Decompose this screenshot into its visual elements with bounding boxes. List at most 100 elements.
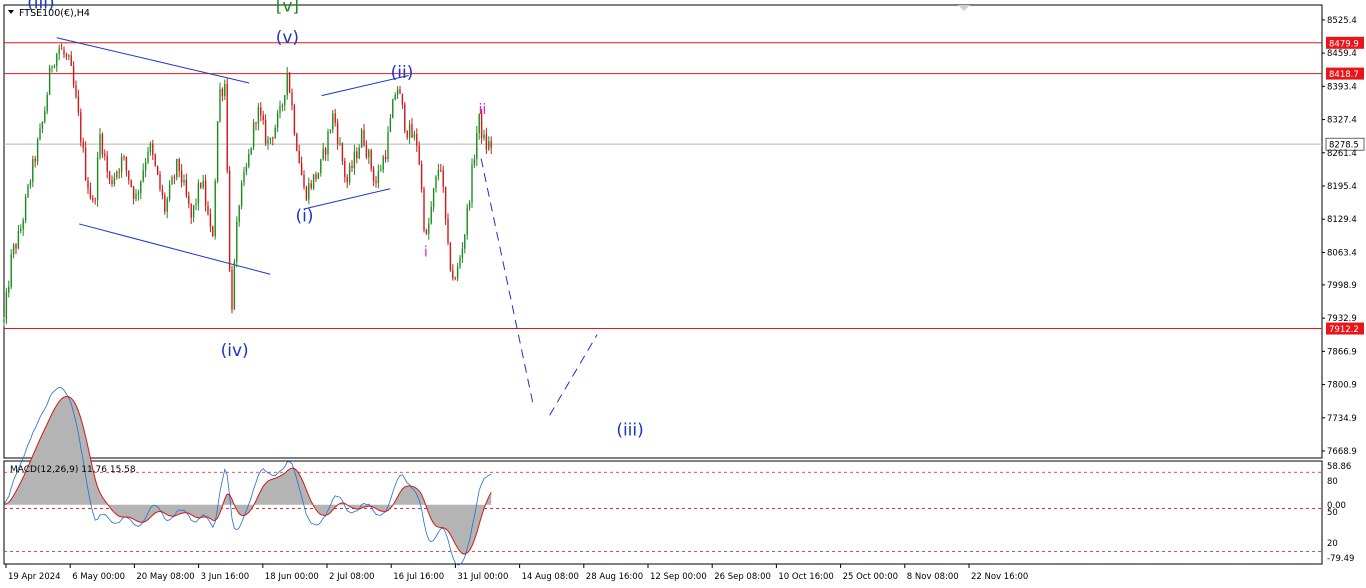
candle-up — [348, 166, 351, 183]
candle-down — [63, 49, 65, 55]
candle-down — [154, 155, 156, 166]
candle-down — [34, 158, 36, 162]
macd-axis-label: 20 — [1327, 539, 1338, 549]
candle-down — [260, 107, 262, 116]
candle-down — [442, 170, 444, 187]
wave-label: ii — [479, 102, 487, 118]
wave-label: (v) — [276, 28, 299, 48]
candle-up — [183, 179, 185, 183]
candle-up — [53, 66, 56, 68]
candle-up — [56, 54, 58, 67]
candle-up — [332, 113, 334, 130]
candle-down — [440, 169, 442, 171]
candle-up — [192, 205, 195, 218]
candle-up — [44, 111, 46, 122]
candle-up — [488, 141, 490, 150]
x-tick-label: 18 Jun 00:00 — [265, 572, 319, 582]
candle-up — [219, 89, 221, 122]
chart-canvas: (iii) [v](v)(ii)(i)(iv)iii(iii) 8479.9841… — [3, 0, 1365, 582]
candle-up — [392, 99, 394, 119]
candle-down — [159, 174, 161, 190]
y-tick-label: 8393.4 — [1327, 82, 1357, 92]
candle-up — [245, 166, 248, 172]
candle-down — [255, 122, 257, 124]
candle-down — [341, 143, 344, 162]
candle-down — [77, 96, 80, 113]
candle-down — [399, 89, 401, 94]
candle-down — [291, 92, 293, 106]
candle-down — [264, 119, 267, 144]
candle-up — [236, 221, 238, 262]
candle-up — [29, 181, 32, 186]
candle-up — [224, 83, 226, 96]
candle-up — [214, 180, 216, 237]
candle-up — [308, 183, 310, 200]
candle-down — [485, 134, 488, 150]
candle-down — [156, 165, 159, 175]
candle-up — [377, 170, 380, 184]
candle-up — [396, 89, 399, 95]
candle-up — [149, 143, 152, 152]
candle-up — [48, 67, 51, 95]
candle-up — [432, 188, 435, 208]
candle-down — [310, 183, 312, 189]
x-tick-label: 19 Apr 2024 — [8, 572, 61, 582]
candle-up — [464, 234, 466, 249]
candle-down — [423, 188, 425, 231]
candle-down — [344, 161, 346, 177]
candle-down — [416, 133, 418, 146]
candle-up — [68, 55, 70, 57]
candle-up — [22, 220, 24, 230]
candle-down — [452, 270, 454, 279]
candle-up — [96, 157, 99, 200]
candle-down — [272, 137, 274, 139]
candle-up — [176, 158, 178, 178]
candle-up — [466, 207, 468, 235]
candle-up — [269, 137, 272, 140]
candle-up — [360, 130, 363, 148]
candle-down — [375, 181, 377, 184]
candle-up — [27, 185, 29, 197]
candle-up — [435, 176, 437, 189]
candle-up — [216, 121, 219, 181]
x-tick-label: 31 Jul 00:00 — [457, 572, 508, 582]
y-tick-label: 7668.9 — [1327, 447, 1357, 457]
candle-down — [418, 145, 420, 164]
candle-down — [324, 148, 327, 155]
candle-up — [46, 94, 48, 112]
candle-up — [456, 267, 459, 279]
candle-up — [144, 162, 147, 171]
wave-label: (i) — [296, 206, 314, 226]
candle-up — [10, 254, 12, 287]
candle-up — [473, 159, 476, 165]
candle-up — [408, 124, 411, 138]
candle-up — [353, 151, 356, 169]
candle-down — [15, 244, 17, 249]
candle-down — [94, 199, 96, 201]
candle-up — [279, 106, 281, 113]
candle-up — [476, 133, 478, 160]
candle-down — [425, 230, 428, 234]
candle-down — [303, 175, 305, 187]
candle-down — [444, 186, 447, 219]
macd-axis-label: 50 — [1327, 508, 1338, 518]
candle-down — [152, 143, 154, 156]
candle-up — [339, 143, 341, 145]
candle-down — [180, 170, 183, 183]
candle-down — [231, 269, 233, 310]
candle-down — [447, 218, 449, 244]
candle-down — [372, 168, 375, 182]
candle-up — [274, 127, 276, 139]
candle-up — [468, 202, 471, 208]
y-tick-label: 7800.9 — [1327, 381, 1357, 391]
candle-down — [190, 203, 192, 218]
price-level-label: 7912.2 — [1329, 325, 1359, 335]
candle-up — [195, 204, 197, 206]
candle-up — [202, 180, 204, 188]
candle-up — [461, 248, 464, 258]
candle-down — [84, 147, 87, 181]
x-tick-label: 28 Aug 16:00 — [586, 572, 643, 582]
candle-down — [305, 186, 308, 200]
macd-axis-label: 80 — [1327, 477, 1338, 487]
candle-down — [334, 113, 336, 123]
